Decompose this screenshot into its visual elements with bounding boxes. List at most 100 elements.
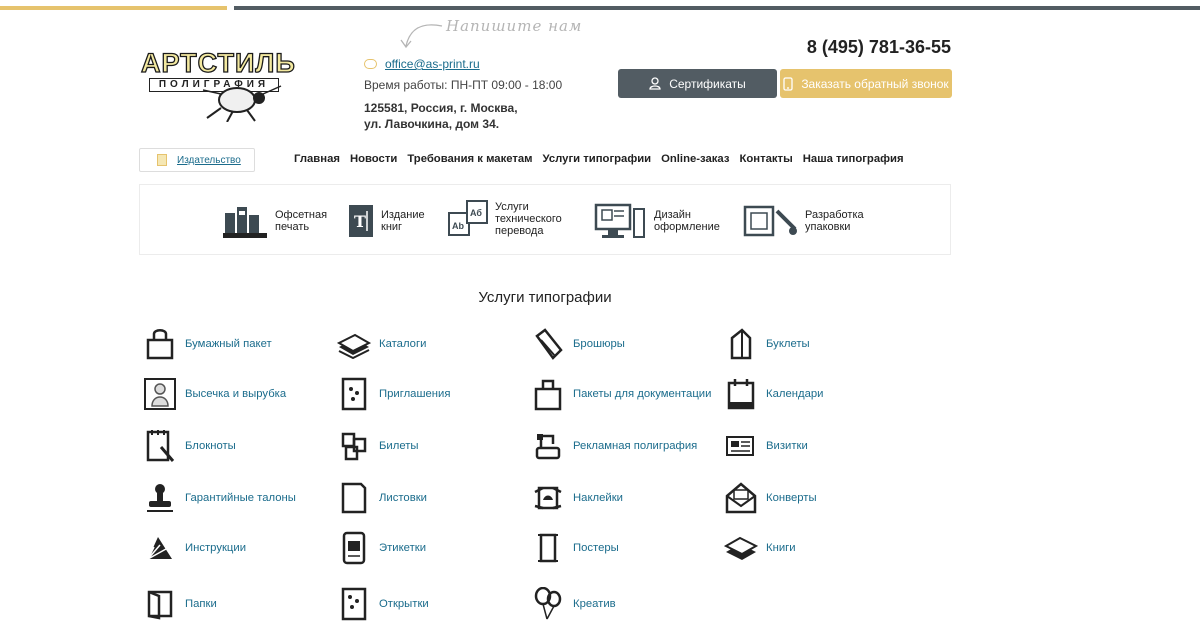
category-invitations[interactable]: Приглашения: [337, 377, 450, 411]
category-label: Инструкции: [185, 542, 247, 554]
user-icon: [649, 77, 661, 90]
address-line-1: 125581, Россия, г. Москва,: [364, 101, 518, 115]
top-accent-gold: [0, 6, 227, 10]
poster-icon: [531, 531, 565, 565]
category-postcards[interactable]: Открытки: [337, 587, 429, 621]
balloons-icon: [531, 587, 565, 621]
nav-contacts[interactable]: Контакты: [739, 153, 792, 165]
services-strip: Офсетная печать T Издание книг Ab Аб Усл…: [139, 184, 951, 255]
category-brochures[interactable]: Брошюры: [531, 327, 625, 361]
brochure-icon: [531, 327, 565, 361]
service-design-line-2: оформление: [654, 221, 720, 233]
site-logo[interactable]: АРТСТИЛЬ ПОЛИГРАФИЯ: [139, 46, 295, 122]
stamp-icon: [143, 481, 177, 515]
category-tickets[interactable]: Билеты: [337, 429, 419, 463]
service-translation-label: Услуги технического перевода: [495, 201, 562, 237]
category-booklets[interactable]: Буклеты: [724, 327, 810, 361]
email-row: office@as-print.ru: [364, 56, 594, 72]
publishing-link[interactable]: Издательство: [177, 155, 241, 166]
category-warranty[interactable]: Гарантийные талоны: [143, 481, 296, 515]
top-accent-dark: [234, 6, 1200, 10]
category-label: Приглашения: [379, 388, 451, 400]
translation-icon: Ab Аб: [448, 200, 488, 236]
category-instructions[interactable]: Инструкции: [143, 531, 246, 565]
publishing-link-box[interactable]: Издательство: [139, 148, 255, 172]
category-creative[interactable]: Креатив: [531, 587, 616, 621]
label-icon: [337, 531, 371, 565]
category-die-cut[interactable]: Высечка и вырубка: [143, 377, 286, 411]
certificates-button[interactable]: Сертификаты: [618, 69, 777, 98]
nav-requirements[interactable]: Требования к макетам: [407, 153, 532, 165]
category-stickers[interactable]: Наклейки: [531, 481, 623, 515]
svg-text:Аб: Аб: [470, 208, 482, 218]
logo-beetle-icon: [202, 85, 282, 122]
category-label: Пакеты для документации: [573, 388, 712, 400]
folder-icon: [143, 587, 177, 621]
phone-icon: [783, 76, 793, 91]
category-label: Рекламная полиграфия: [573, 440, 698, 452]
service-books[interactable]: T Издание книг: [347, 203, 425, 239]
books-icon: [724, 531, 758, 565]
packaging-icon: [743, 205, 797, 237]
callback-button[interactable]: Заказать обратный звонок: [780, 69, 952, 98]
service-translation-line-2: технического: [495, 213, 562, 225]
address: 125581, Россия, г. Москва, ул. Лавочкина…: [364, 100, 594, 132]
service-design-label: Дизайн оформление: [654, 209, 720, 233]
certificates-label: Сертификаты: [669, 76, 746, 91]
nav-news[interactable]: Новости: [350, 153, 397, 165]
category-label: Высечка и вырубка: [185, 388, 287, 400]
nav-our-printing[interactable]: Наша типография: [803, 153, 904, 165]
category-label: Бумажный пакет: [185, 338, 272, 350]
category-label: Открытки: [379, 598, 429, 610]
invitation-icon: [337, 377, 371, 411]
service-translation[interactable]: Ab Аб Услуги технического перевода: [447, 199, 562, 239]
category-label: Гарантийные талоны: [185, 492, 296, 504]
svg-text:Ab: Ab: [452, 221, 464, 231]
category-paper-bag[interactable]: Бумажный пакет: [143, 327, 272, 361]
category-label: Постеры: [573, 542, 619, 554]
service-packaging[interactable]: Разработка упаковки: [741, 203, 864, 239]
email-link[interactable]: office@as-print.ru: [385, 57, 480, 71]
category-folders[interactable]: Папки: [143, 587, 217, 621]
instructions-icon: [143, 531, 177, 565]
category-label: Креатив: [573, 598, 616, 610]
nav-online-order[interactable]: Online-заказ: [661, 153, 729, 165]
advertising-icon: [531, 429, 565, 463]
address-line-2: ул. Лавочкина, дом 34.: [364, 117, 500, 131]
computer-design-icon: [594, 203, 645, 238]
tickets-icon: [337, 429, 371, 463]
service-offset-label: Офсетная печать: [275, 209, 327, 233]
top-accent-bar: [0, 6, 1200, 10]
category-business-cards[interactable]: Визитки: [724, 429, 808, 463]
paper-bag-icon: [143, 327, 177, 361]
callback-label: Заказать обратный звонок: [801, 76, 949, 91]
document-bag-icon: [531, 377, 565, 411]
category-calendars[interactable]: Календари: [724, 377, 823, 411]
category-notepads[interactable]: Блокноты: [143, 429, 236, 463]
category-envelopes[interactable]: Конверты: [724, 481, 817, 515]
service-offset[interactable]: Офсетная печать: [223, 203, 327, 239]
category-label: Визитки: [766, 440, 808, 452]
phone-number[interactable]: 8 (495) 781-36-55: [807, 37, 951, 58]
category-doc-bags[interactable]: Пакеты для документации: [531, 377, 711, 411]
category-books[interactable]: Книги: [724, 531, 796, 565]
booklet-icon: [724, 327, 758, 361]
write-us-text[interactable]: Напишите нам: [446, 17, 582, 35]
category-leaflets[interactable]: Листовки: [337, 481, 427, 515]
nav-home[interactable]: Главная: [294, 153, 340, 165]
service-design[interactable]: Дизайн оформление: [594, 203, 720, 239]
write-us-arrow-icon: [400, 24, 443, 49]
category-labels[interactable]: Этикетки: [337, 531, 426, 565]
category-catalogs[interactable]: Каталоги: [337, 327, 426, 361]
category-posters[interactable]: Постеры: [531, 531, 619, 565]
category-label: Буклеты: [766, 338, 810, 350]
category-label: Календари: [766, 388, 824, 400]
business-card-icon: [724, 429, 758, 463]
nav-services[interactable]: Услуги типографии: [543, 153, 652, 165]
service-books-line-2: книг: [381, 221, 403, 233]
logo-brand-text: АРТСТИЛЬ: [140, 47, 296, 78]
category-advertising[interactable]: Рекламная полиграфия: [531, 429, 697, 463]
service-offset-line-1: Офсетная: [275, 209, 328, 221]
section-title: Услуги типографии: [478, 289, 612, 306]
postcard-icon: [337, 587, 371, 621]
